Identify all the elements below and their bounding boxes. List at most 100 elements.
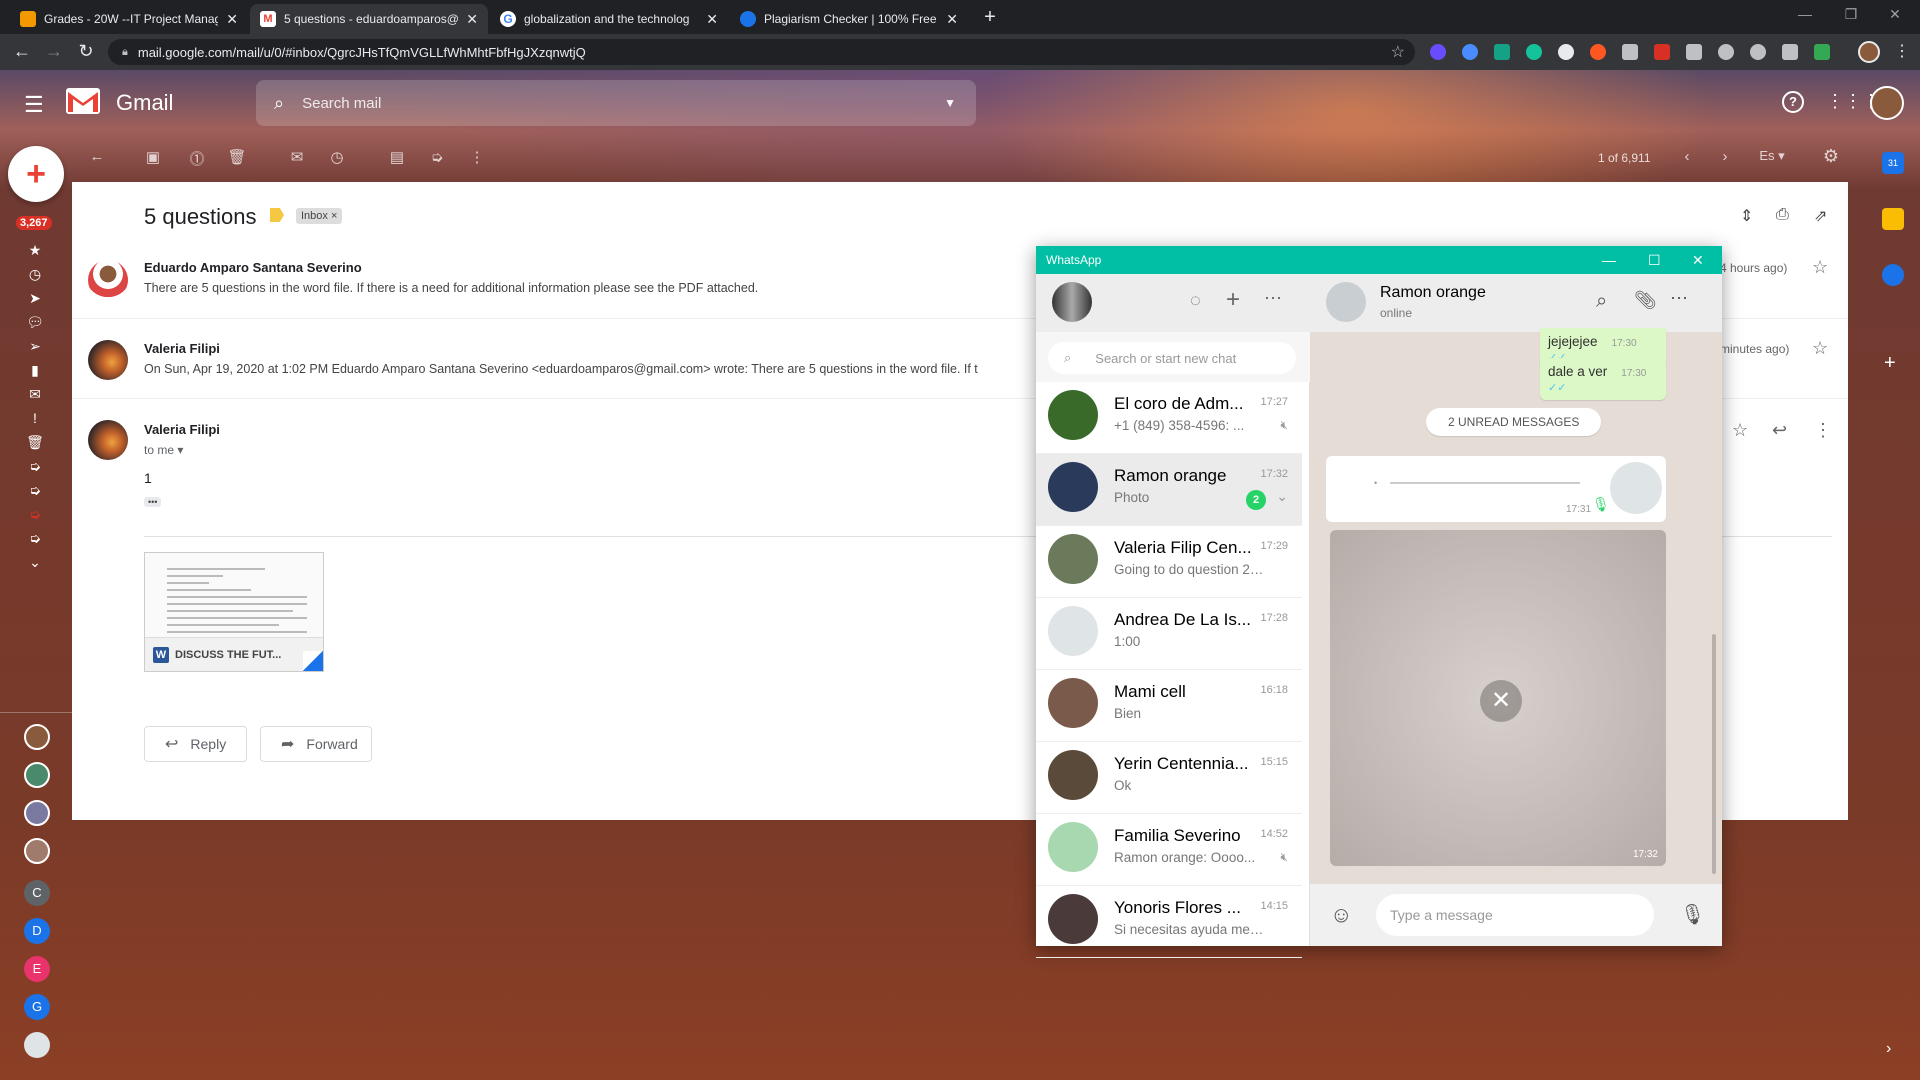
star-icon[interactable]: ☆ <box>1812 338 1828 359</box>
older-icon[interactable]: › <box>1714 148 1736 165</box>
message-input[interactable]: Type a message <box>1376 894 1654 936</box>
chat-search-input[interactable]: ⌕ Search or start new chat <box>1048 342 1296 374</box>
close-icon[interactable]: ✕ <box>466 11 478 28</box>
search-options-icon[interactable]: ▼ <box>944 96 956 110</box>
sent-message-bubble[interactable]: dale a ver 17:30 ✓✓ <box>1540 358 1666 400</box>
status-icon[interactable]: ◌ <box>1190 290 1201 311</box>
hangouts-contact[interactable]: G <box>24 994 50 1020</box>
hangouts-avatar[interactable] <box>24 1032 50 1058</box>
chat-list-item[interactable]: Familia Severino 14:52 Ramon orange: Oooo.… <box>1036 814 1302 886</box>
show-trimmed-button[interactable]: ••• <box>144 497 162 507</box>
label-icon[interactable]: ➭ <box>26 531 44 545</box>
calendar-icon[interactable]: 31 <box>1882 152 1904 174</box>
address-bar[interactable]: 🔒︎ mail.google.com/mail/u/0/#inbox/QgrcJ… <box>108 39 1415 65</box>
back-arrow-icon[interactable]: ← <box>10 41 34 62</box>
newer-icon[interactable]: ‹ <box>1676 148 1698 165</box>
tasks-icon[interactable] <box>1882 264 1904 286</box>
chat-list-item[interactable]: Ramon orange 17:32 Photo 2 ⌄ <box>1036 454 1302 526</box>
label-icon[interactable]: ➭ <box>26 483 44 497</box>
hangouts-avatar[interactable] <box>24 838 50 864</box>
bookmark-star-icon[interactable]: ☆ <box>1391 42 1405 62</box>
minimize-window-button[interactable]: — <box>1790 6 1820 22</box>
move-to-icon[interactable]: ▤ <box>386 148 408 166</box>
chat-list-item[interactable]: Yerin Centennia... 15:15 Ok <box>1036 742 1302 814</box>
label-icon[interactable]: ➭ <box>26 507 44 521</box>
browser-tab-active[interactable]: M 5 questions - eduardoamparos@ ✕ <box>250 4 488 34</box>
grammarly-icon[interactable] <box>1526 44 1542 60</box>
attach-paperclip-icon[interactable]: 📎︎ <box>1634 290 1657 311</box>
keep-icon[interactable] <box>1882 208 1904 230</box>
print-icon[interactable]: ⎙ <box>1776 206 1789 224</box>
conversation-scrollbar[interactable] <box>1712 634 1716 874</box>
inbox-label-chip[interactable]: Inbox × <box>296 208 343 224</box>
sent-icon[interactable]: ➢ <box>26 339 44 353</box>
close-icon[interactable]: ✕ <box>946 11 958 28</box>
minimize-icon[interactable]: — <box>1602 252 1616 268</box>
contact-avatar[interactable] <box>1326 282 1366 322</box>
sender-avatar[interactable] <box>88 260 128 300</box>
delete-icon[interactable]: 🗑︎ <box>226 148 248 166</box>
extension-icon[interactable] <box>1686 44 1702 60</box>
expand-all-icon[interactable]: ⇕ <box>1740 206 1753 226</box>
more-vert-icon[interactable]: ⋮ <box>466 148 488 166</box>
extension-icon[interactable] <box>1494 44 1510 60</box>
compose-button[interactable]: + <box>8 146 64 202</box>
menu-dots-icon[interactable]: ⋯ <box>1670 288 1688 309</box>
extension-icon[interactable] <box>1622 44 1638 60</box>
settings-gear-icon[interactable]: ⚙ <box>1820 146 1842 167</box>
input-tools[interactable]: Es ▾ <box>1754 148 1790 164</box>
archive-icon[interactable]: ▣ <box>142 148 164 166</box>
reply-icon[interactable]: ↩ <box>1772 420 1787 441</box>
maximize-icon[interactable]: ☐ <box>1648 252 1661 269</box>
extension-icon[interactable] <box>1750 44 1766 60</box>
close-icon[interactable]: ✕ <box>706 11 718 28</box>
back-arrow-icon[interactable]: ← <box>86 148 108 165</box>
close-icon[interactable]: ✕ <box>1692 252 1704 269</box>
sender-avatar[interactable] <box>88 340 128 380</box>
starred-icon[interactable]: ★ <box>26 243 44 257</box>
menu-dots-icon[interactable]: ⋯ <box>1264 288 1282 309</box>
chrome-menu-icon[interactable]: ⋮ <box>1890 41 1914 61</box>
extension-icon[interactable] <box>1590 44 1606 60</box>
label-icon[interactable]: ➭ <box>26 459 44 473</box>
trash-icon[interactable]: 🗑︎ <box>26 435 44 449</box>
help-icon[interactable]: ? <box>1782 91 1804 113</box>
close-window-button[interactable]: ✕ <box>1880 6 1910 23</box>
chats-icon[interactable]: 💬︎ <box>26 315 44 329</box>
attachment-card[interactable]: W DISCUSS THE FUT... <box>144 552 324 672</box>
chat-list-item[interactable]: Valeria Filip Cen... 17:29 Going to do que… <box>1036 526 1302 598</box>
search-mail-bar[interactable]: ⌕ Search mail ▼ <box>256 80 976 126</box>
sender-avatar[interactable] <box>88 420 128 460</box>
chevron-down-icon[interactable]: ⌄ <box>1276 488 1288 505</box>
extension-icon[interactable] <box>1654 44 1670 60</box>
hangouts-avatar[interactable] <box>24 762 50 788</box>
main-menu-icon[interactable]: ☰ <box>24 92 44 118</box>
reload-icon[interactable]: ↻ <box>74 41 98 62</box>
extension-icon[interactable] <box>1718 44 1734 60</box>
star-icon[interactable]: ☆ <box>1812 257 1828 278</box>
account-avatar[interactable] <box>1870 86 1904 120</box>
new-tab-button[interactable]: + <box>978 6 1002 29</box>
more-labels-icon[interactable]: ⌄ <box>26 555 44 569</box>
hangouts-contact[interactable]: C <box>24 880 50 906</box>
hangouts-contact[interactable]: D <box>24 918 50 944</box>
extension-icon[interactable] <box>1814 44 1830 60</box>
search-icon[interactable]: ⌕ <box>274 93 284 114</box>
star-icon[interactable]: ☆ <box>1732 420 1748 441</box>
recipients-toggle[interactable]: to me ▾ <box>144 443 220 457</box>
apps-grid-icon[interactable]: ⋮⋮⋮ <box>1826 91 1880 112</box>
browser-tab[interactable]: Plagiarism Checker | 100% Free a ✕ <box>730 4 968 34</box>
snoozed-icon[interactable]: ◷ <box>26 267 44 281</box>
new-chat-icon[interactable]: + <box>1226 286 1240 314</box>
collapsed-message[interactable]: Eduardo Amparo Santana Severino There ar… <box>144 260 758 295</box>
hangouts-avatar[interactable] <box>24 800 50 826</box>
more-options-icon[interactable]: ⋮ <box>1814 420 1832 441</box>
open-new-window-icon[interactable]: ⇗ <box>1814 206 1827 226</box>
extension-icon[interactable] <box>1782 44 1798 60</box>
my-avatar[interactable] <box>1052 282 1092 322</box>
browser-tab[interactable]: G globalization and the technolog ✕ <box>490 4 728 34</box>
mark-unread-icon[interactable]: ✉ <box>286 148 308 166</box>
profile-avatar[interactable] <box>1858 41 1880 63</box>
play-dot-icon[interactable]: • <box>1374 478 1377 488</box>
collapsed-message[interactable]: Valeria Filipi On Sun, Apr 19, 2020 at 1… <box>144 341 978 376</box>
